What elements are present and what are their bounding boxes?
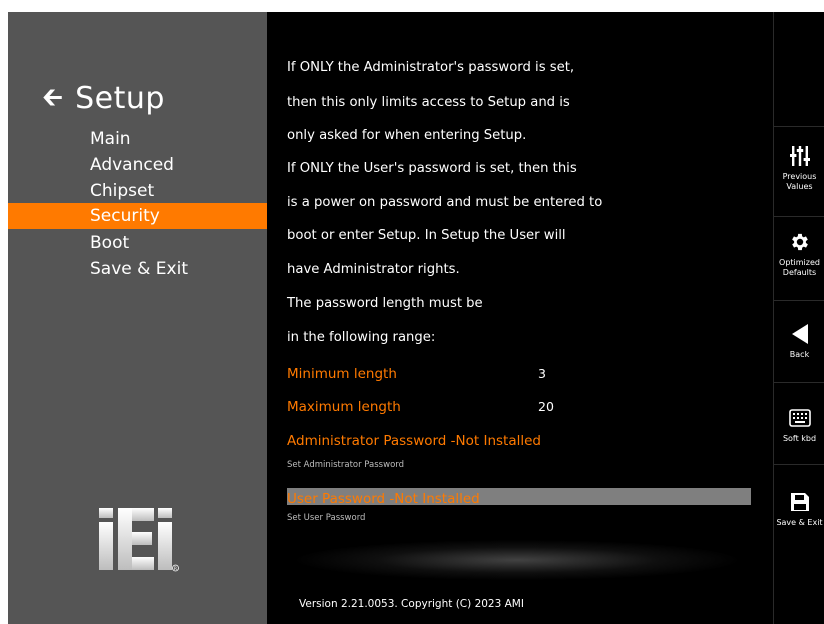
sidebar-item-chipset[interactable]: Chipset — [8, 178, 267, 204]
help-line: then this only limits access to Setup an… — [287, 95, 570, 110]
sidebar-item-advanced[interactable]: Advanced — [8, 152, 267, 178]
save-exit-label: Save & Exit — [776, 518, 823, 527]
setup-header: 🡰 Setup — [42, 78, 165, 118]
user-password-option[interactable]: User Password -Not Installed — [287, 488, 751, 507]
sidebar-item-main[interactable]: Main — [8, 126, 267, 152]
help-line: The password length must be — [287, 296, 483, 311]
copyright-text: Version 2.21.0053. Copyright (C) 2023 AM… — [299, 598, 524, 610]
help-line: have Administrator rights. — [287, 262, 460, 277]
triangle-left-icon — [791, 320, 809, 348]
optimized-defaults-label: Optimized Defaults — [779, 258, 820, 277]
sidebar-item-security[interactable]: Security — [8, 203, 267, 229]
decorative-glow — [297, 540, 737, 580]
sidebar-item-boot[interactable]: Boot — [8, 230, 267, 256]
optimized-defaults-button[interactable]: Optimized Defaults — [774, 222, 824, 300]
help-line: only asked for when entering Setup. — [287, 128, 527, 143]
back-arrow-icon[interactable]: 🡰 — [42, 85, 63, 111]
right-toolbar: Previous Values Optimized Defaults Back — [773, 12, 824, 624]
admin-password-description: Set Administrator Password — [287, 460, 405, 470]
iei-logo: R — [99, 508, 179, 572]
toolbar-separator — [774, 126, 824, 127]
svg-text:R: R — [174, 566, 177, 572]
sliders-icon — [789, 142, 810, 170]
toolbar-separator — [774, 464, 824, 465]
soft-kbd-label: Soft kbd — [782, 434, 817, 443]
help-line: If ONLY the Administrator's password is … — [287, 60, 575, 75]
toolbar-separator — [774, 216, 824, 217]
user-password-description: Set User Password — [287, 513, 366, 523]
min-length-value: 3 — [538, 366, 546, 381]
toolbar-separator — [774, 382, 824, 383]
admin-password-option[interactable]: Administrator Password -Not Installed — [287, 432, 541, 450]
help-line: in the following range: — [287, 330, 436, 345]
previous-values-button[interactable]: Previous Values — [774, 136, 824, 214]
max-length-label: Maximum length — [287, 399, 401, 415]
content-pane: If ONLY the Administrator's password is … — [267, 12, 773, 624]
help-line: is a power on password and must be enter… — [287, 195, 603, 210]
gear-icon — [789, 228, 811, 256]
back-label: Back — [789, 350, 810, 359]
user-password-label: User Password -Not Installed — [287, 491, 480, 507]
bios-screen: 🡰 Setup Main Advanced Chipset Security B… — [8, 12, 824, 624]
sidebar-item-save-exit[interactable]: Save & Exit — [8, 256, 267, 282]
max-length-value: 20 — [538, 399, 554, 414]
floppy-disk-icon — [790, 488, 810, 516]
help-line: boot or enter Setup. In Setup the User w… — [287, 228, 566, 243]
sidebar: 🡰 Setup Main Advanced Chipset Security B… — [8, 12, 267, 624]
help-line: If ONLY the User's password is set, then… — [287, 161, 577, 176]
toolbar-separator — [774, 300, 824, 301]
keyboard-icon — [788, 404, 811, 432]
setup-title: Setup — [75, 80, 165, 116]
save-exit-button[interactable]: Save & Exit — [774, 482, 824, 560]
back-button[interactable]: Back — [774, 314, 824, 392]
previous-values-label: Previous Values — [782, 172, 817, 191]
min-length-label: Minimum length — [287, 366, 397, 382]
